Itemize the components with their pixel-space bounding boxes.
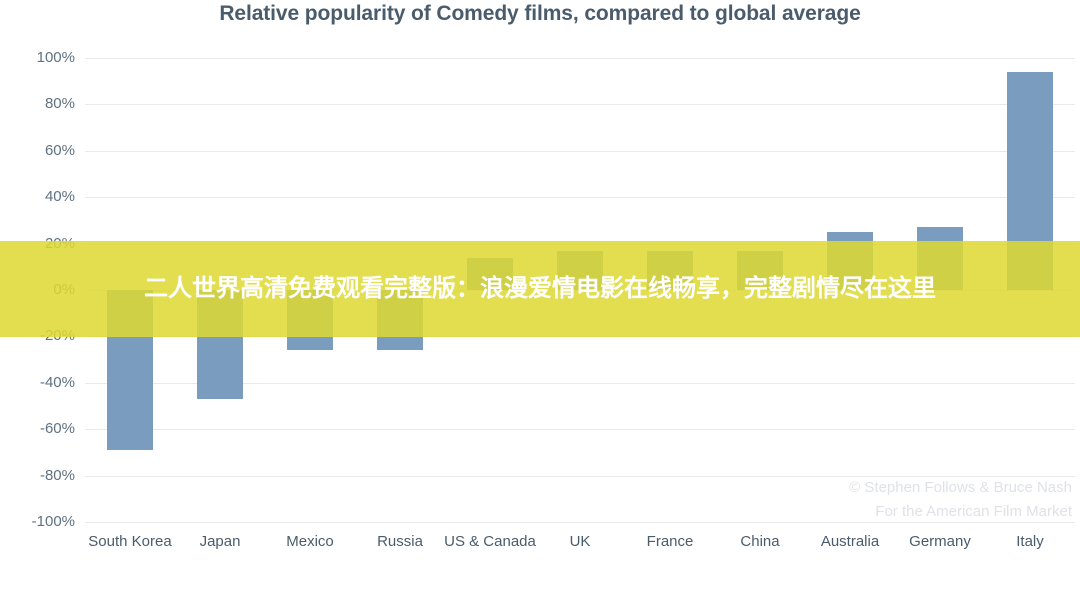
y-axis-tick-label: 60%: [44, 141, 75, 159]
credit-line-2: For the American Film Market: [875, 503, 1072, 520]
y-axis-tick-label: -60%: [39, 420, 75, 438]
credit-attribution: © Stephen Follows & Bruce Nash For the A…: [849, 476, 1072, 524]
y-axis-tick-label: 100%: [36, 49, 75, 66]
gridline: [85, 429, 1075, 431]
promo-overlay-text: 二人世界高清免费观看完整版：浪漫爱情电影在线畅享，完整剧情尽在这里: [144, 275, 936, 302]
y-axis-tick-label: -100%: [31, 513, 75, 530]
gridline: [85, 150, 1075, 152]
gridline: [85, 104, 1075, 106]
y-axis-tick-label: -40%: [39, 373, 75, 391]
gridline: [85, 58, 1075, 59]
gridline: [85, 197, 1075, 199]
y-axis-tick-label: 80%: [44, 95, 75, 113]
y-axis-tick-label: 40%: [44, 188, 75, 206]
x-axis-category-label: Italy: [1016, 533, 1044, 550]
chart-title: Relative popularity of Comedy films, com…: [219, 2, 861, 25]
credit-line-1: © Stephen Follows & Bruce Nash: [849, 479, 1072, 496]
promo-overlay-banner: 二人世界高清免费观看完整版：浪漫爱情电影在线畅享，完整剧情尽在这里: [0, 241, 1080, 337]
chart-screenshot: Relative popularity of Comedy films, com…: [0, 0, 1080, 596]
y-axis-tick-label: -80%: [39, 466, 75, 484]
